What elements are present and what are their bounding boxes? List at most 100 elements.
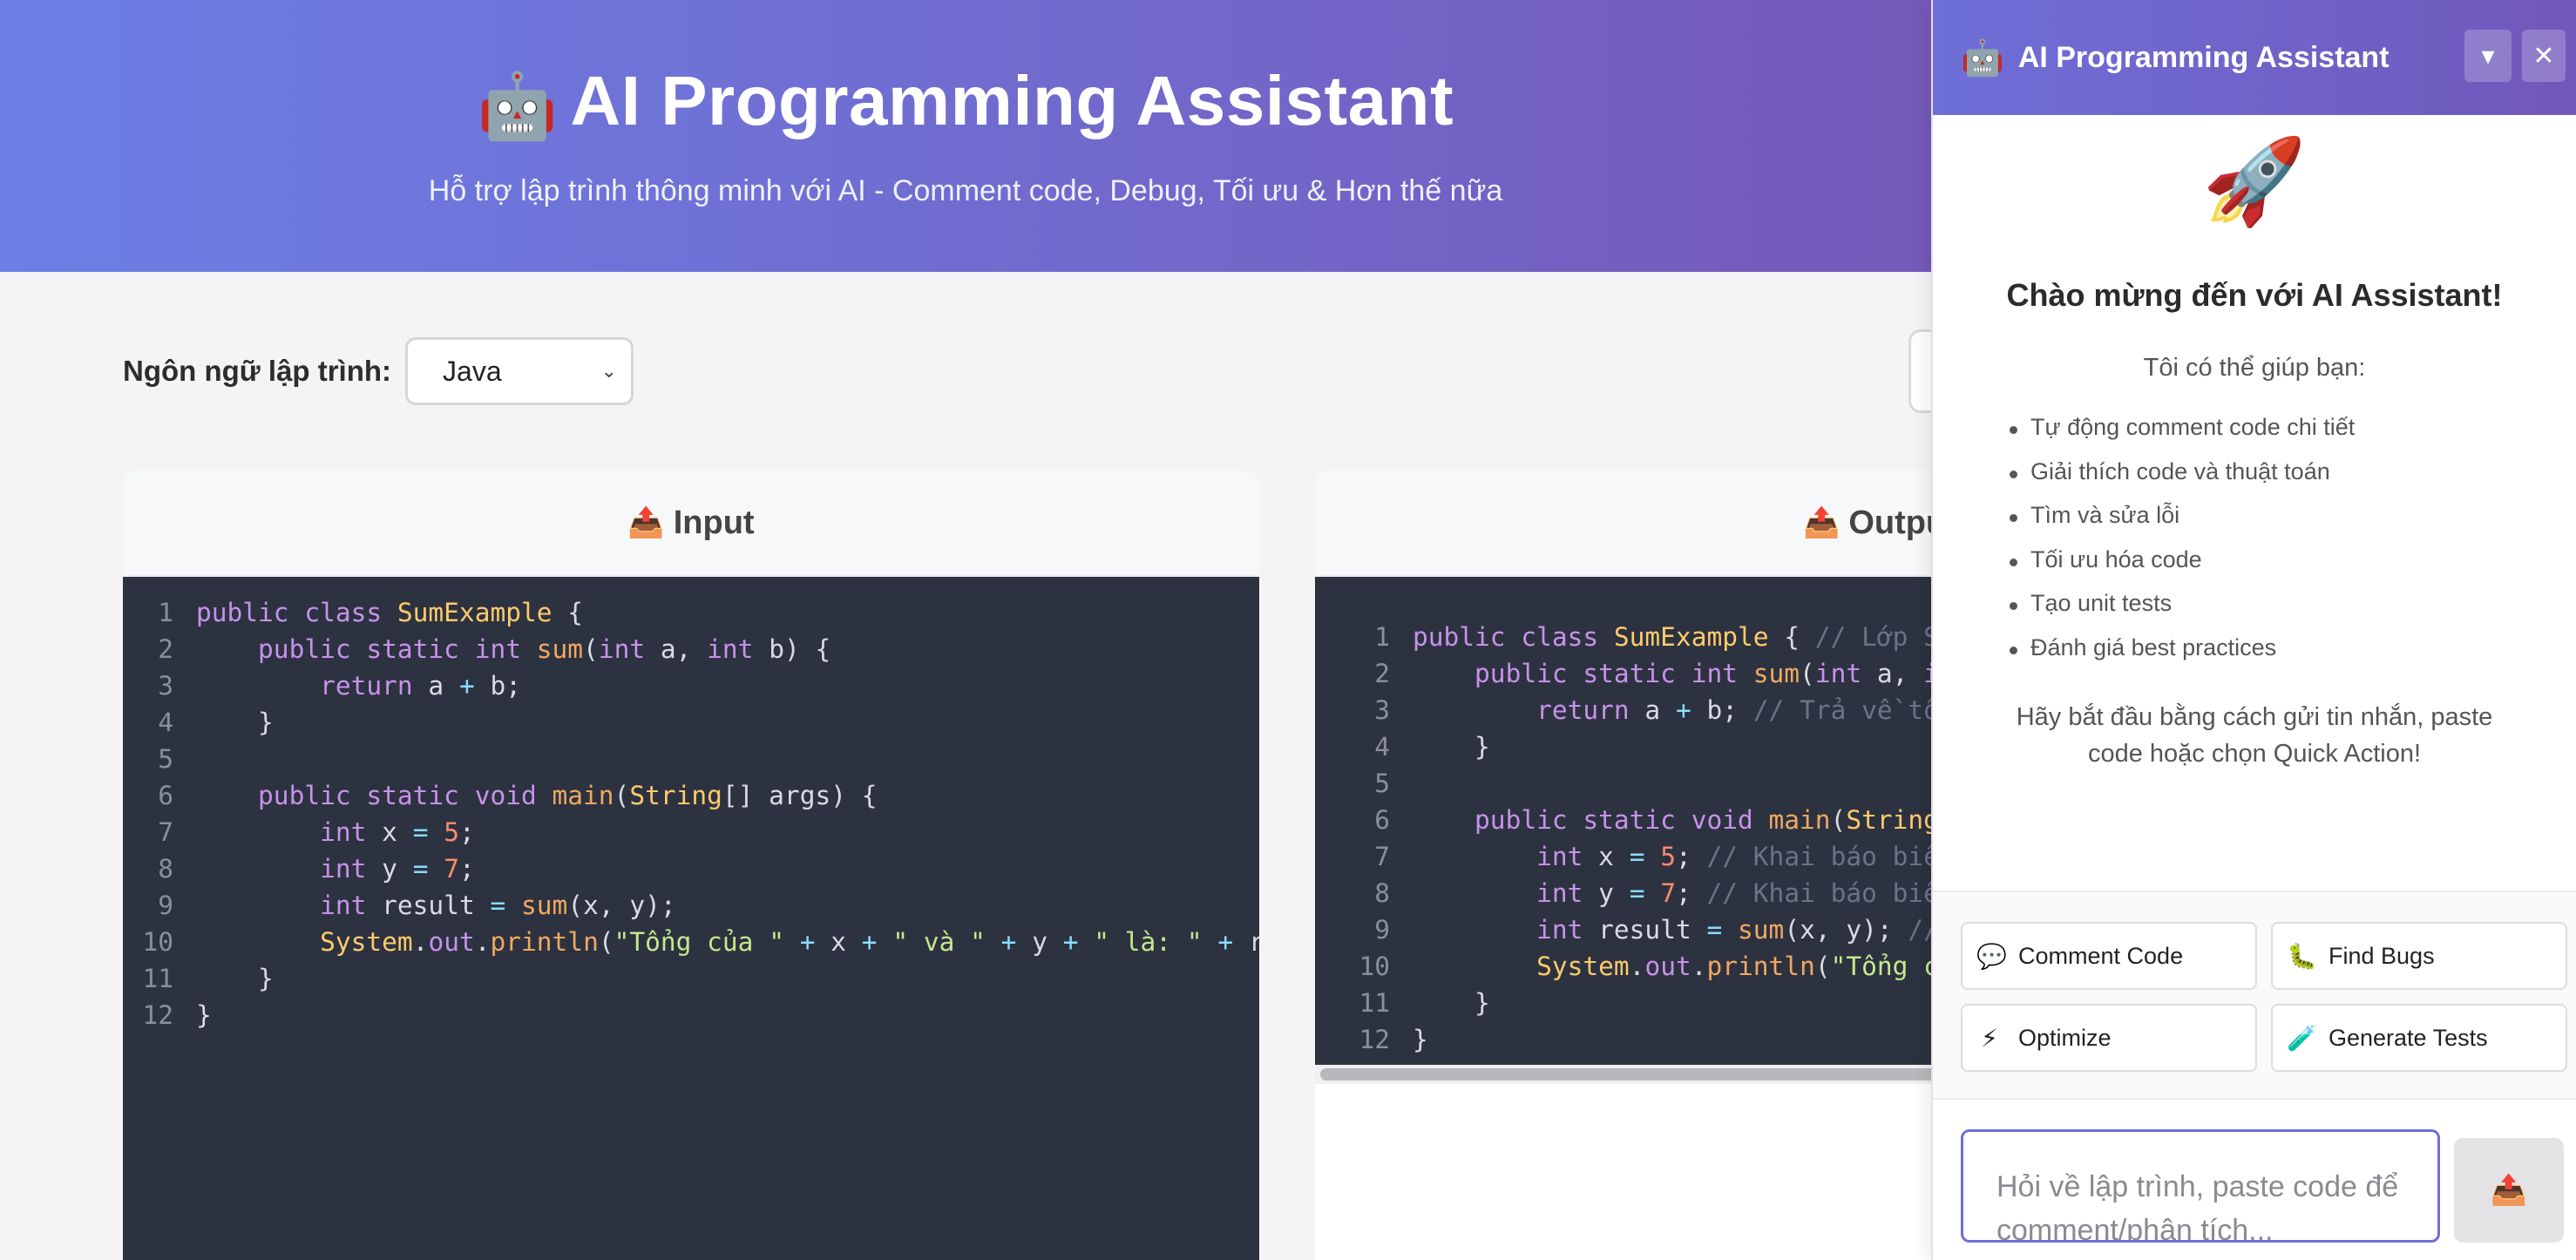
code-token: = xyxy=(1706,915,1723,945)
code-token: b; xyxy=(474,671,522,701)
line-number: 1 xyxy=(1374,622,1390,652)
code-line: 2 public static int sum(int a, int b) { xyxy=(123,631,1259,667)
code-token: public class xyxy=(196,598,397,627)
scrollbar-thumb[interactable] xyxy=(1320,1068,1983,1080)
code-token: ( xyxy=(1814,952,1831,981)
code-token: sum xyxy=(1738,915,1785,945)
list-item: Đánh giá best practices xyxy=(2010,634,2576,679)
send-icon: 📤 xyxy=(2490,1174,2528,1207)
close-button[interactable]: ✕ xyxy=(2522,30,2566,82)
speech-bubble-icon: 💬 xyxy=(1976,942,2007,970)
input-code-editor[interactable]: 1 public class SumExample {2 public stati… xyxy=(123,577,1259,1260)
code-token: int xyxy=(707,634,754,664)
generate-tests-label: Generate Tests xyxy=(2329,1024,2488,1051)
code-token: int xyxy=(1536,842,1583,871)
code-token: 7 xyxy=(1660,878,1676,908)
code-token: = xyxy=(490,891,506,920)
line-number: 4 xyxy=(1374,732,1390,762)
code-line: 12} xyxy=(123,997,1259,1033)
outbox-tray-icon: 📤 xyxy=(1803,506,1840,539)
code-token: { xyxy=(1768,622,1815,652)
code-token: sum xyxy=(521,891,568,920)
code-token: public static int xyxy=(258,634,537,664)
minimize-button[interactable]: ▾ xyxy=(2464,30,2512,82)
chevron-down-icon: ⌄ xyxy=(600,360,618,382)
list-item: Tối ưu hóa code xyxy=(2010,546,2576,591)
code-token: (x, y); xyxy=(1784,915,1908,945)
code-token: y xyxy=(366,854,413,884)
code-token: int xyxy=(320,854,367,884)
line-number: 2 xyxy=(158,634,173,664)
code-token: ( xyxy=(1800,659,1815,688)
line-number: 3 xyxy=(1374,695,1390,725)
code-line: 11 } xyxy=(123,960,1259,997)
code-token: } xyxy=(1413,1025,1428,1054)
list-item: Tự động comment code chi tiết xyxy=(2010,414,2576,458)
code-token: + xyxy=(1217,927,1234,957)
line-number: 8 xyxy=(1374,878,1390,908)
page-title-text: AI Programming Assistant xyxy=(570,62,1454,139)
code-token: return xyxy=(1536,695,1630,725)
code-line: 6 public static void main(String[] args)… xyxy=(123,777,1259,814)
code-token: sum xyxy=(536,634,584,664)
code-token: result xyxy=(1583,915,1707,945)
code-token: int xyxy=(598,634,646,664)
code-token: return xyxy=(320,671,413,701)
code-token: [] args) { xyxy=(722,781,878,810)
generate-tests-button[interactable]: 🧪 Generate Tests xyxy=(2271,1004,2567,1072)
line-number: 11 xyxy=(1359,988,1390,1018)
code-token: "Tổng của " xyxy=(613,927,784,957)
line-number: 5 xyxy=(158,744,173,774)
language-select[interactable]: Java ⌄ xyxy=(405,337,634,405)
language-label: Ngôn ngữ lập trình: xyxy=(123,355,392,387)
line-number: 4 xyxy=(158,708,173,737)
language-select-value: Java xyxy=(443,355,502,387)
code-token: + xyxy=(861,927,878,957)
code-token: sum xyxy=(1752,659,1800,688)
code-token: System xyxy=(320,927,413,957)
code-token: . xyxy=(474,927,491,957)
find-bugs-button[interactable]: 🐛 Find Bugs xyxy=(2271,922,2567,990)
chat-input-placeholder: Hỏi về lập trình, paste code để comment/… xyxy=(1996,1170,2399,1243)
rocket-icon: 🚀 xyxy=(2202,135,2307,228)
optimize-button[interactable]: ⚡ Optimize xyxy=(1961,1004,2257,1072)
code-token: println xyxy=(1706,952,1815,981)
line-number: 6 xyxy=(158,781,173,810)
code-token: 7 xyxy=(444,854,459,884)
code-token: // Khai báo biến xyxy=(1706,878,1955,908)
send-button[interactable]: 📤 xyxy=(2454,1138,2564,1243)
line-number: 6 xyxy=(1374,805,1390,835)
code-token: + xyxy=(1000,927,1017,957)
code-token: 5 xyxy=(1660,842,1676,871)
robot-icon: 🤖 xyxy=(477,70,559,142)
find-bugs-label: Find Bugs xyxy=(2329,942,2435,969)
code-token: = xyxy=(412,817,429,847)
code-token: int xyxy=(1536,878,1583,908)
line-number: 8 xyxy=(158,854,173,884)
code-token: b; xyxy=(1691,695,1753,725)
code-token: resul xyxy=(1248,927,1259,957)
outbox-tray-icon: 📤 xyxy=(627,506,665,539)
code-token: int xyxy=(320,891,367,920)
input-panel: 📤 Input 1 public class SumExample {2 publ… xyxy=(123,471,1259,1260)
welcome-intro: Tôi có thể giúp bạn: xyxy=(2143,354,2366,382)
code-token: a, xyxy=(1861,659,1924,688)
code-token: result xyxy=(366,891,491,920)
comment-code-button[interactable]: 💬 Comment Code xyxy=(1961,922,2257,990)
chat-input[interactable]: Hỏi về lập trình, paste code để comment/… xyxy=(1961,1129,2440,1243)
test-tube-icon: 🧪 xyxy=(2287,1024,2317,1052)
code-token: x xyxy=(1583,842,1630,871)
